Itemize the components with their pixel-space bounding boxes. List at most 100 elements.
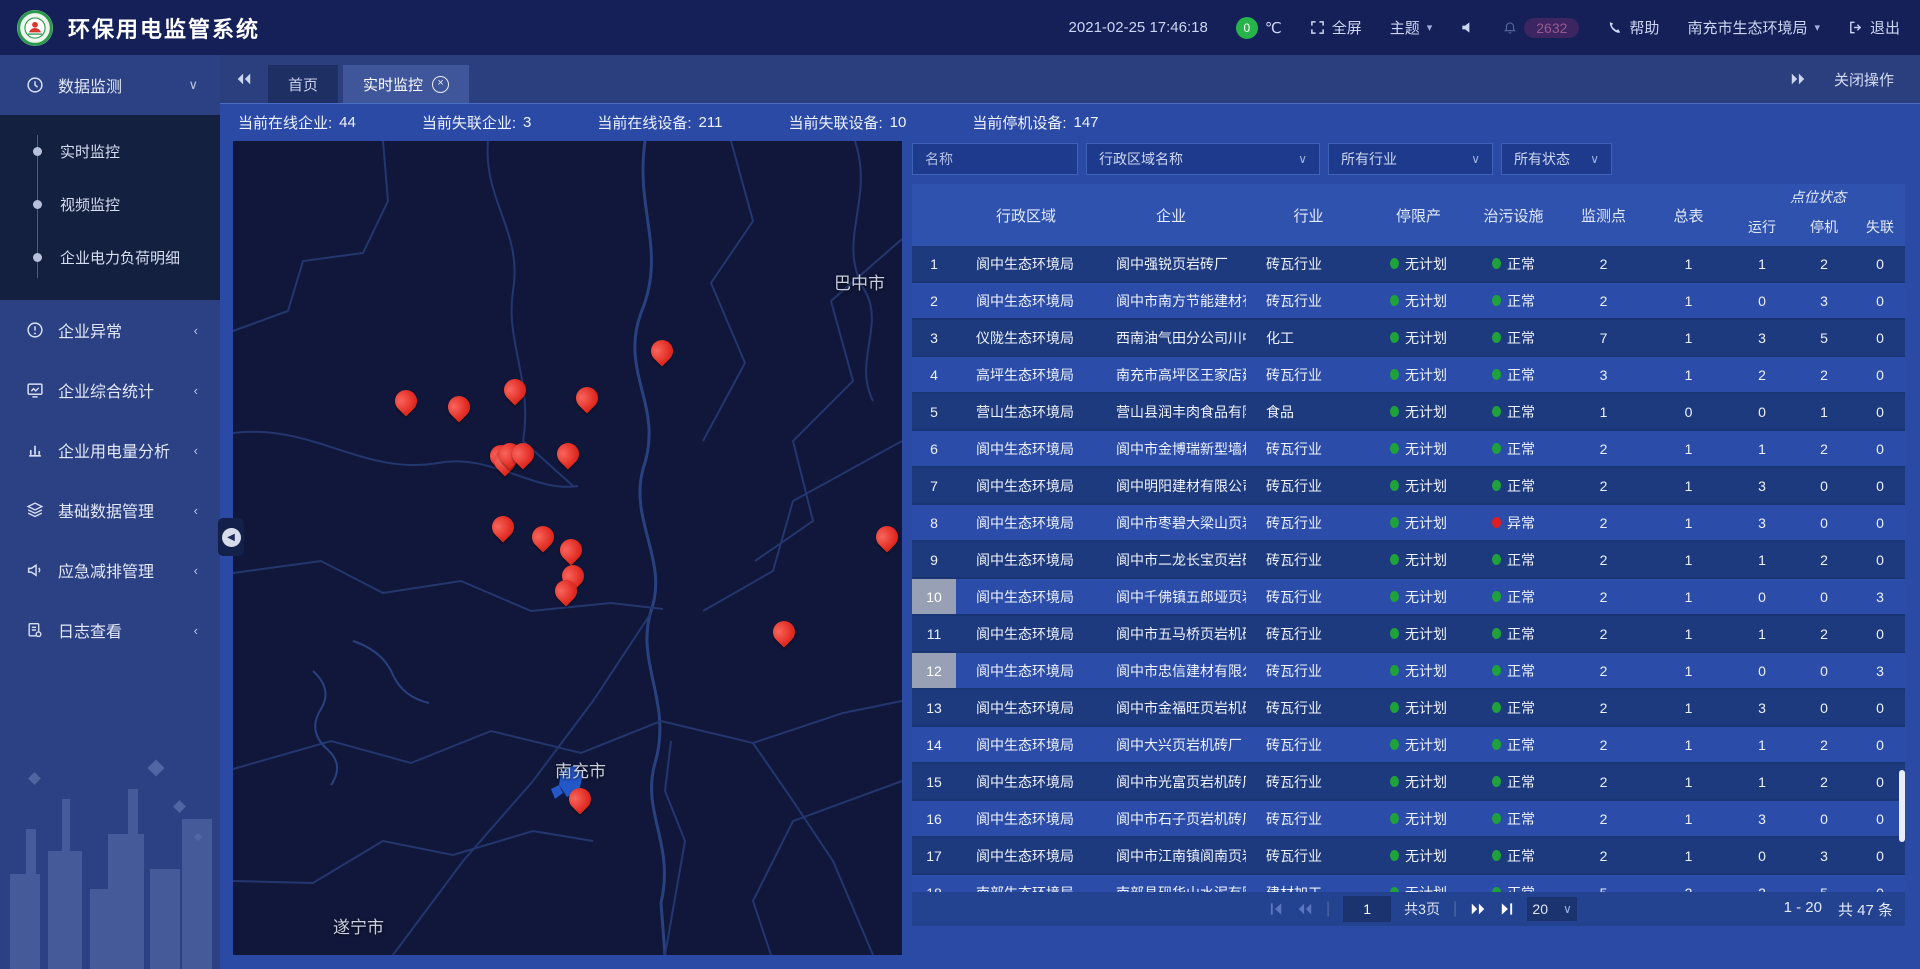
scrollbar-thumb[interactable] <box>1899 770 1905 842</box>
cell-limit: 无计划 <box>1371 661 1466 681</box>
logout-button[interactable]: 退出 <box>1848 17 1900 38</box>
table-row[interactable]: 3仪陇生态环境局西南油气田分公司川中化工无计划正常71350 <box>912 320 1905 357</box>
fullscreen-button[interactable]: 全屏 <box>1310 17 1362 38</box>
cell-region: 阆中生态环境局 <box>956 772 1096 792</box>
cell-lost: 0 <box>1855 700 1905 716</box>
status-label: 无计划 <box>1405 624 1447 644</box>
cell-run: 2 <box>1731 367 1793 383</box>
tab-1[interactable]: 实时监控× <box>343 65 469 103</box>
first-page-button[interactable] <box>1269 902 1284 916</box>
cell-limit: 无计划 <box>1371 513 1466 533</box>
cell-points: 2 <box>1561 811 1646 827</box>
col-limit: 停限产 <box>1371 184 1466 246</box>
status-label: 正常 <box>1507 883 1535 893</box>
industry-select[interactable]: 所有行业∨ <box>1328 143 1493 175</box>
cell-limit: 无计划 <box>1371 439 1466 459</box>
cell-stop: 3 <box>1793 848 1855 864</box>
sidebar-subitem[interactable]: 视频监控 <box>0 178 220 231</box>
table-row[interactable]: 12阆中生态环境局阆中市忠信建材有限公砖瓦行业无计划正常21003 <box>912 653 1905 690</box>
table-row[interactable]: 1阆中生态环境局阆中强锐页岩砖厂砖瓦行业无计划正常21120 <box>912 246 1905 283</box>
map[interactable]: 巴中市南充市遂宁市 <box>233 141 902 955</box>
stat-item: 当前在线设备:211 <box>597 112 722 133</box>
table-row[interactable]: 17阆中生态环境局阆中市江南镇阆南页岩砖瓦行业无计划正常21030 <box>912 838 1905 875</box>
cell-meter: 1 <box>1646 256 1731 272</box>
sidebar-item-4[interactable]: 基础数据管理‹ <box>0 480 220 540</box>
name-search-input[interactable] <box>912 143 1078 175</box>
monitor-panel: 行政区域名称∨ 所有行业∨ 所有状态∨ 行政区域 企业 行业 停限产 治污设施 … <box>912 140 1905 926</box>
status-dot-green <box>1492 702 1501 713</box>
tabs-scroll-left-button[interactable] <box>236 72 252 86</box>
theme-dropdown[interactable]: 主题▾ <box>1390 17 1433 38</box>
cell-meter: 1 <box>1646 589 1731 605</box>
table-row[interactable]: 2阆中生态环境局阆中市南方节能建材有砖瓦行业无计划正常21030 <box>912 283 1905 320</box>
sidebar-item-2[interactable]: 企业综合统计‹ <box>0 360 220 420</box>
org-dropdown[interactable]: 南充市生态环境局▾ <box>1687 17 1820 38</box>
sidebar-item-0[interactable]: 数据监测∨ <box>0 55 220 115</box>
cell-points: 2 <box>1561 552 1646 568</box>
col-lost: 失联 <box>1855 208 1905 246</box>
table-row[interactable]: 18南部生态环境局南部县砚华山水泥有限公建材加工无计划正常52250 <box>912 875 1905 892</box>
notifications[interactable]: 2632 <box>1503 18 1579 38</box>
close-operations-button[interactable]: 关闭操作 <box>1834 69 1894 90</box>
status-label: 无计划 <box>1405 476 1447 496</box>
cell-company: 阆中市江南镇阆南页岩 <box>1096 846 1246 866</box>
status-label: 无计划 <box>1405 439 1447 459</box>
sidebar-item-3[interactable]: 企业用电量分析‹ <box>0 420 220 480</box>
sidebar-item-1[interactable]: 企业异常‹ <box>0 300 220 360</box>
sidebar-menu: 数据监测∨ 实时监控视频监控企业电力负荷明细企业异常‹企业综合统计‹企业用电量分析… <box>0 55 220 660</box>
tab-0[interactable]: 首页 <box>268 65 338 103</box>
row-number: 15 <box>912 764 956 799</box>
stat-value: 147 <box>1074 114 1099 131</box>
table-row[interactable]: 5营山生态环境局营山县润丰肉食品有限食品无计划正常10010 <box>912 394 1905 431</box>
sidebar-subitem[interactable]: 实时监控 <box>0 125 220 178</box>
table-row[interactable]: 9阆中生态环境局阆中市二龙长宝页岩砖砖瓦行业无计划正常21120 <box>912 542 1905 579</box>
table-row[interactable]: 8阆中生态环境局阆中市枣碧大梁山页岩砖瓦行业无计划异常21300 <box>912 505 1905 542</box>
previous-page-button[interactable] <box>1297 902 1313 916</box>
cell-facility: 正常 <box>1466 809 1561 829</box>
table-row[interactable]: 4高坪生态环境局南充市高坪区王家店建砖瓦行业无计划正常31220 <box>912 357 1905 394</box>
sidebar-item-6[interactable]: 日志查看‹ <box>0 600 220 660</box>
chevron-left-icon: ‹ <box>194 503 198 518</box>
status-label: 正常 <box>1507 550 1535 570</box>
cell-industry: 建材加工 <box>1246 883 1371 893</box>
table-row[interactable]: 6阆中生态环境局阆中市金博瑞新型墙材砖瓦行业无计划正常21120 <box>912 431 1905 468</box>
page-size-select[interactable]: 20∨ <box>1527 897 1577 921</box>
row-number: 8 <box>912 505 956 540</box>
table-row[interactable]: 16阆中生态环境局阆中市石子页岩机砖厂砖瓦行业无计划正常21300 <box>912 801 1905 838</box>
next-page-button[interactable] <box>1470 902 1486 916</box>
cell-industry: 化工 <box>1246 328 1371 348</box>
cell-limit: 无计划 <box>1371 291 1466 311</box>
table-row[interactable]: 14阆中生态环境局阆中大兴页岩机砖厂砖瓦行业无计划正常21120 <box>912 727 1905 764</box>
help-button[interactable]: 帮助 <box>1607 17 1659 38</box>
cell-meter: 1 <box>1646 478 1731 494</box>
region-select[interactable]: 行政区域名称∨ <box>1086 143 1320 175</box>
cell-company: 营山县润丰肉食品有限 <box>1096 402 1246 422</box>
status-dot-green <box>1492 295 1501 306</box>
table-row[interactable]: 13阆中生态环境局阆中市金福旺页岩机砖砖瓦行业无计划正常21300 <box>912 690 1905 727</box>
status-select[interactable]: 所有状态∨ <box>1501 143 1612 175</box>
row-number: 5 <box>912 394 956 429</box>
cell-run: 1 <box>1731 626 1793 642</box>
table-row[interactable]: 7阆中生态环境局阆中明阳建材有限公司砖瓦行业无计划正常21300 <box>912 468 1905 505</box>
page-number-input[interactable] <box>1343 896 1391 922</box>
table-header: 行政区域 企业 行业 停限产 治污设施 监测点 总表 点位状态 运行 停机 失联 <box>912 184 1905 246</box>
close-icon[interactable]: × <box>432 76 449 93</box>
table-row[interactable]: 10阆中生态环境局阆中千佛镇五郎垭页岩砖瓦行业无计划正常21003 <box>912 579 1905 616</box>
status-label: 正常 <box>1507 846 1535 866</box>
table-row[interactable]: 11阆中生态环境局阆中市五马桥页岩机砖砖瓦行业无计划正常21120 <box>912 616 1905 653</box>
last-page-button[interactable] <box>1499 902 1514 916</box>
cell-industry: 砖瓦行业 <box>1246 809 1371 829</box>
map-city-label: 南充市 <box>555 757 606 782</box>
tabs-scroll-right-button[interactable] <box>1790 72 1806 86</box>
sidebar-item-label: 数据监测 <box>58 73 122 97</box>
map-collapse-button[interactable]: ◀ <box>218 518 244 556</box>
sidebar-item-5[interactable]: 应急减排管理‹ <box>0 540 220 600</box>
cell-lost: 3 <box>1855 589 1905 605</box>
cell-points: 2 <box>1561 441 1646 457</box>
clock-icon <box>26 76 44 94</box>
sidebar-subitem[interactable]: 企业电力负荷明细 <box>0 231 220 284</box>
stat-label: 当前在线设备: <box>597 112 691 133</box>
mute-button[interactable] <box>1460 20 1475 35</box>
cell-run: 2 <box>1731 885 1793 893</box>
table-row[interactable]: 15阆中生态环境局阆中市光富页岩机砖厂砖瓦行业无计划正常21120 <box>912 764 1905 801</box>
